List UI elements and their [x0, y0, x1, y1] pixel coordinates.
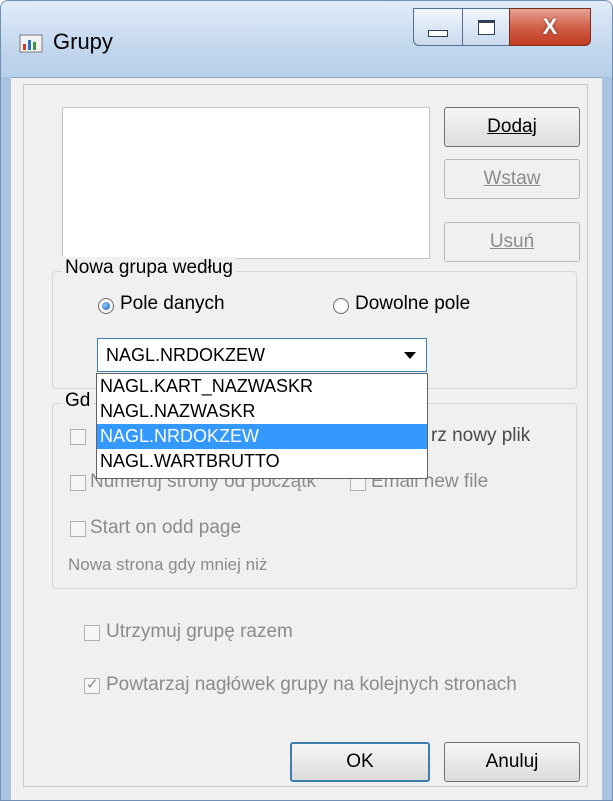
odd-page-label: Start on odd page	[90, 517, 242, 538]
group-field-dropdown: NAGL.KART_NAZWASKR NAGL.NAZWASKR NAGL.NR…	[96, 373, 428, 479]
ok-button-label: OK	[346, 751, 374, 772]
new-group-legend: Nowa grupa według	[62, 257, 236, 279]
maximize-icon	[477, 19, 495, 35]
dropdown-option-selected[interactable]: NAGL.NRDOKZEW	[97, 424, 427, 449]
new-file-checkbox[interactable]	[70, 429, 86, 445]
remove-button-label: Usuń	[489, 231, 535, 252]
window-title: Grupy	[53, 29, 113, 54]
repeat-header-label: Powtarzaj nagłówek grupy na kolejnych st…	[106, 674, 517, 695]
close-icon: X	[542, 14, 558, 39]
add-button[interactable]: Dodaj	[444, 107, 580, 147]
dialog-client-area: Dodaj Wstaw Usuń Nowa grupa według Pole …	[11, 77, 602, 800]
add-button-label: Dodaj	[487, 116, 537, 137]
new-page-label: Nowa strona gdy mniej niż	[68, 555, 268, 574]
maximize-button[interactable]	[462, 8, 510, 46]
cancel-button-label: Anuluj	[485, 751, 539, 772]
app-icon	[19, 31, 43, 55]
cancel-button[interactable]: Anuluj	[444, 742, 580, 782]
dialog-panel: Dodaj Wstaw Usuń Nowa grupa według Pole …	[23, 84, 588, 787]
dialog-window: Grupy X Dodaj Wstaw Usuń Nowa grupa wedł…	[0, 0, 613, 801]
close-button[interactable]: X	[509, 8, 591, 46]
minimize-icon	[428, 29, 448, 37]
repeat-header-checkbox[interactable]	[84, 675, 100, 694]
ok-button[interactable]: OK	[290, 742, 430, 782]
dropdown-option[interactable]: NAGL.KART_NAZWASKR	[97, 374, 427, 399]
radio-field-data[interactable]	[98, 298, 114, 314]
dropdown-option[interactable]: NAGL.WARTBRUTTO	[97, 449, 427, 474]
remove-button[interactable]: Usuń	[444, 222, 580, 262]
odd-page-checkbox[interactable]	[70, 521, 86, 537]
insert-button[interactable]: Wstaw	[444, 159, 580, 199]
keep-together-checkbox[interactable]	[84, 625, 100, 641]
number-pages-checkbox[interactable]	[70, 475, 86, 491]
groups-list[interactable]	[62, 107, 430, 259]
radio-any-field-label[interactable]: Dowolne pole	[355, 293, 470, 315]
chevron-down-icon[interactable]	[404, 352, 416, 359]
group-field-combo-value: NAGL.NRDOKZEW	[106, 344, 266, 365]
new-file-label: rz nowy plik	[431, 425, 531, 446]
group-field-combo[interactable]: NAGL.NRDOKZEW	[97, 338, 427, 372]
radio-field-data-label[interactable]: Pole danych	[120, 293, 225, 315]
dropdown-option[interactable]: NAGL.NAZWASKR	[97, 399, 427, 424]
radio-any-field[interactable]	[333, 298, 349, 314]
keep-together-label: Utrzymuj grupę razem	[106, 621, 293, 642]
insert-button-label: Wstaw	[483, 168, 541, 189]
title-bar[interactable]: Grupy X	[1, 1, 612, 77]
minimize-button[interactable]	[413, 8, 463, 46]
page-break-legend: Gd	[62, 390, 94, 412]
